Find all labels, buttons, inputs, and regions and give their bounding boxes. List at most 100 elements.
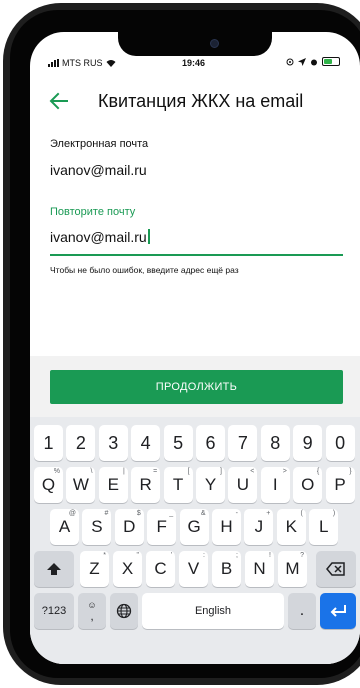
email-field[interactable]: ivanov@mail.ru xyxy=(50,162,147,178)
key-5[interactable]: 5 xyxy=(163,425,193,461)
key-a-alt-label: @ xyxy=(68,510,76,517)
key-z[interactable]: Z * xyxy=(80,551,109,587)
key-0-label: 0 xyxy=(335,432,346,453)
keyboard-row-3: Z * X " C ' V: B; N! M? xyxy=(30,551,360,591)
key-5-label: 5 xyxy=(173,432,184,453)
phone-screen: MTS RUS 19:46 Квитанция ЖКХ на email Эле… xyxy=(30,32,360,664)
key-j[interactable]: J + xyxy=(244,509,274,545)
continue-button[interactable]: ПРОДОЛЖИТЬ xyxy=(50,370,343,404)
key-6-label: 6 xyxy=(205,432,216,453)
key-g[interactable]: G & xyxy=(179,509,209,545)
key-6[interactable]: 6 xyxy=(196,425,225,461)
key-7[interactable]: 7 xyxy=(228,425,258,461)
key-t[interactable]: T[ xyxy=(163,467,193,503)
key-1[interactable]: 1 xyxy=(34,425,63,461)
key-h[interactable]: H- xyxy=(212,509,241,545)
signal-icon xyxy=(48,59,59,67)
shift-key[interactable] xyxy=(34,551,74,587)
key-k-label: K xyxy=(285,517,297,536)
alarm-icon xyxy=(311,59,317,65)
key-f-label: F xyxy=(156,517,167,536)
key-t-label: T xyxy=(172,475,184,494)
key-a[interactable]: A @ xyxy=(50,509,79,545)
key-o-label: O xyxy=(301,475,315,494)
symbols-key[interactable]: ?123 xyxy=(34,593,74,629)
space-key[interactable]: English xyxy=(142,593,284,629)
key-i[interactable]: I > xyxy=(260,467,290,503)
repeat-email-label: Повторите почту xyxy=(50,206,136,218)
period-key[interactable]: . xyxy=(288,593,316,629)
key-0[interactable]: 0 xyxy=(325,425,355,461)
key-m-alt-label: ? xyxy=(300,552,304,559)
keyboard-row-2: A @ S # D $ F _ G & H - J + K(L) xyxy=(30,509,360,549)
carrier-group: MTS RUS xyxy=(48,58,116,68)
key-8[interactable]: 8 xyxy=(260,425,290,461)
key-p[interactable]: P} xyxy=(325,467,355,503)
key-4-label: 4 xyxy=(140,432,151,453)
key-4[interactable]: 4 xyxy=(131,425,161,461)
key-2-label: 2 xyxy=(75,432,86,453)
key-k[interactable]: K( xyxy=(276,509,306,545)
key-s[interactable]: S # xyxy=(82,509,112,545)
enter-key[interactable] xyxy=(320,593,356,629)
key-9[interactable]: 9 xyxy=(293,425,323,461)
key-v[interactable]: V: xyxy=(179,551,208,587)
keyboard-row-4: ?123 ☺ , English . xyxy=(30,593,360,633)
key-d[interactable]: D $ xyxy=(114,509,144,545)
key-s-label: S xyxy=(91,517,103,536)
key-u-alt-label: < xyxy=(250,468,255,475)
key-l-label: L xyxy=(318,517,329,536)
key-q-label: Q xyxy=(41,475,56,494)
key-y-alt-label: ] xyxy=(220,468,222,475)
key-e-alt-label: | xyxy=(122,468,125,475)
key-u[interactable]: U < xyxy=(228,467,258,503)
key-2[interactable]: 2 xyxy=(66,425,96,461)
comma-key[interactable]: ☺ , xyxy=(78,593,106,629)
key-o[interactable]: O{ xyxy=(293,467,323,503)
key-v-alt-label: : xyxy=(203,552,205,559)
key-h-label: H xyxy=(220,517,233,536)
key-m-label: M xyxy=(285,559,300,578)
key-q-alt-label: % xyxy=(53,468,60,475)
helper-text: Чтобы не было ошибок, введите адрес ещё … xyxy=(50,265,239,275)
comma-label: , xyxy=(90,608,94,623)
key-r[interactable]: R = xyxy=(131,467,161,503)
key-1-label: 1 xyxy=(43,432,54,453)
key-n[interactable]: N! xyxy=(245,551,274,587)
key-u-label: U xyxy=(236,475,250,494)
key-x-alt-label: " xyxy=(136,552,140,559)
key-m[interactable]: M? xyxy=(278,551,307,587)
key-k-alt-label: ( xyxy=(300,510,303,517)
key-8-label: 8 xyxy=(270,432,281,453)
navigation-arrow-icon xyxy=(298,57,306,66)
key-f-alt-label: _ xyxy=(169,510,174,517)
key-n-label: N xyxy=(253,559,266,578)
key-3[interactable]: 3 xyxy=(98,425,128,461)
key-y[interactable]: Y] xyxy=(196,467,225,503)
key-c[interactable]: C ' xyxy=(146,551,175,587)
key-i-alt-label: > xyxy=(282,468,287,475)
key-e[interactable]: E | xyxy=(98,467,128,503)
key-l[interactable]: L) xyxy=(309,509,339,545)
backspace-key[interactable] xyxy=(316,551,356,587)
key-b[interactable]: B; xyxy=(212,551,241,587)
key-x[interactable]: X " xyxy=(113,551,142,587)
key-i-label: I xyxy=(272,475,278,494)
key-f[interactable]: F _ xyxy=(147,509,177,545)
app-bar: Квитанция ЖКХ на email xyxy=(30,86,360,116)
key-p-alt-label: } xyxy=(349,468,352,475)
enter-arrow-icon xyxy=(330,605,346,617)
arrow-left-icon[interactable] xyxy=(48,90,70,112)
location-icon xyxy=(286,58,294,65)
key-w[interactable]: W \ xyxy=(66,467,96,503)
key-e-label: E xyxy=(107,475,119,494)
language-key[interactable] xyxy=(110,593,138,629)
repeat-email-field[interactable]: ivanov@mail.ru xyxy=(50,229,150,245)
battery-icon xyxy=(322,57,340,66)
repeat-email-value: ivanov@mail.ru xyxy=(50,229,147,245)
key-q[interactable]: Q% xyxy=(34,467,63,503)
carrier-name: MTS RUS xyxy=(62,58,103,68)
key-c-label: C xyxy=(154,559,167,578)
keyboard-row-1: Q% W \ E | R = T[Y] U < I > O{P} xyxy=(30,467,360,507)
key-9-label: 9 xyxy=(302,432,313,453)
